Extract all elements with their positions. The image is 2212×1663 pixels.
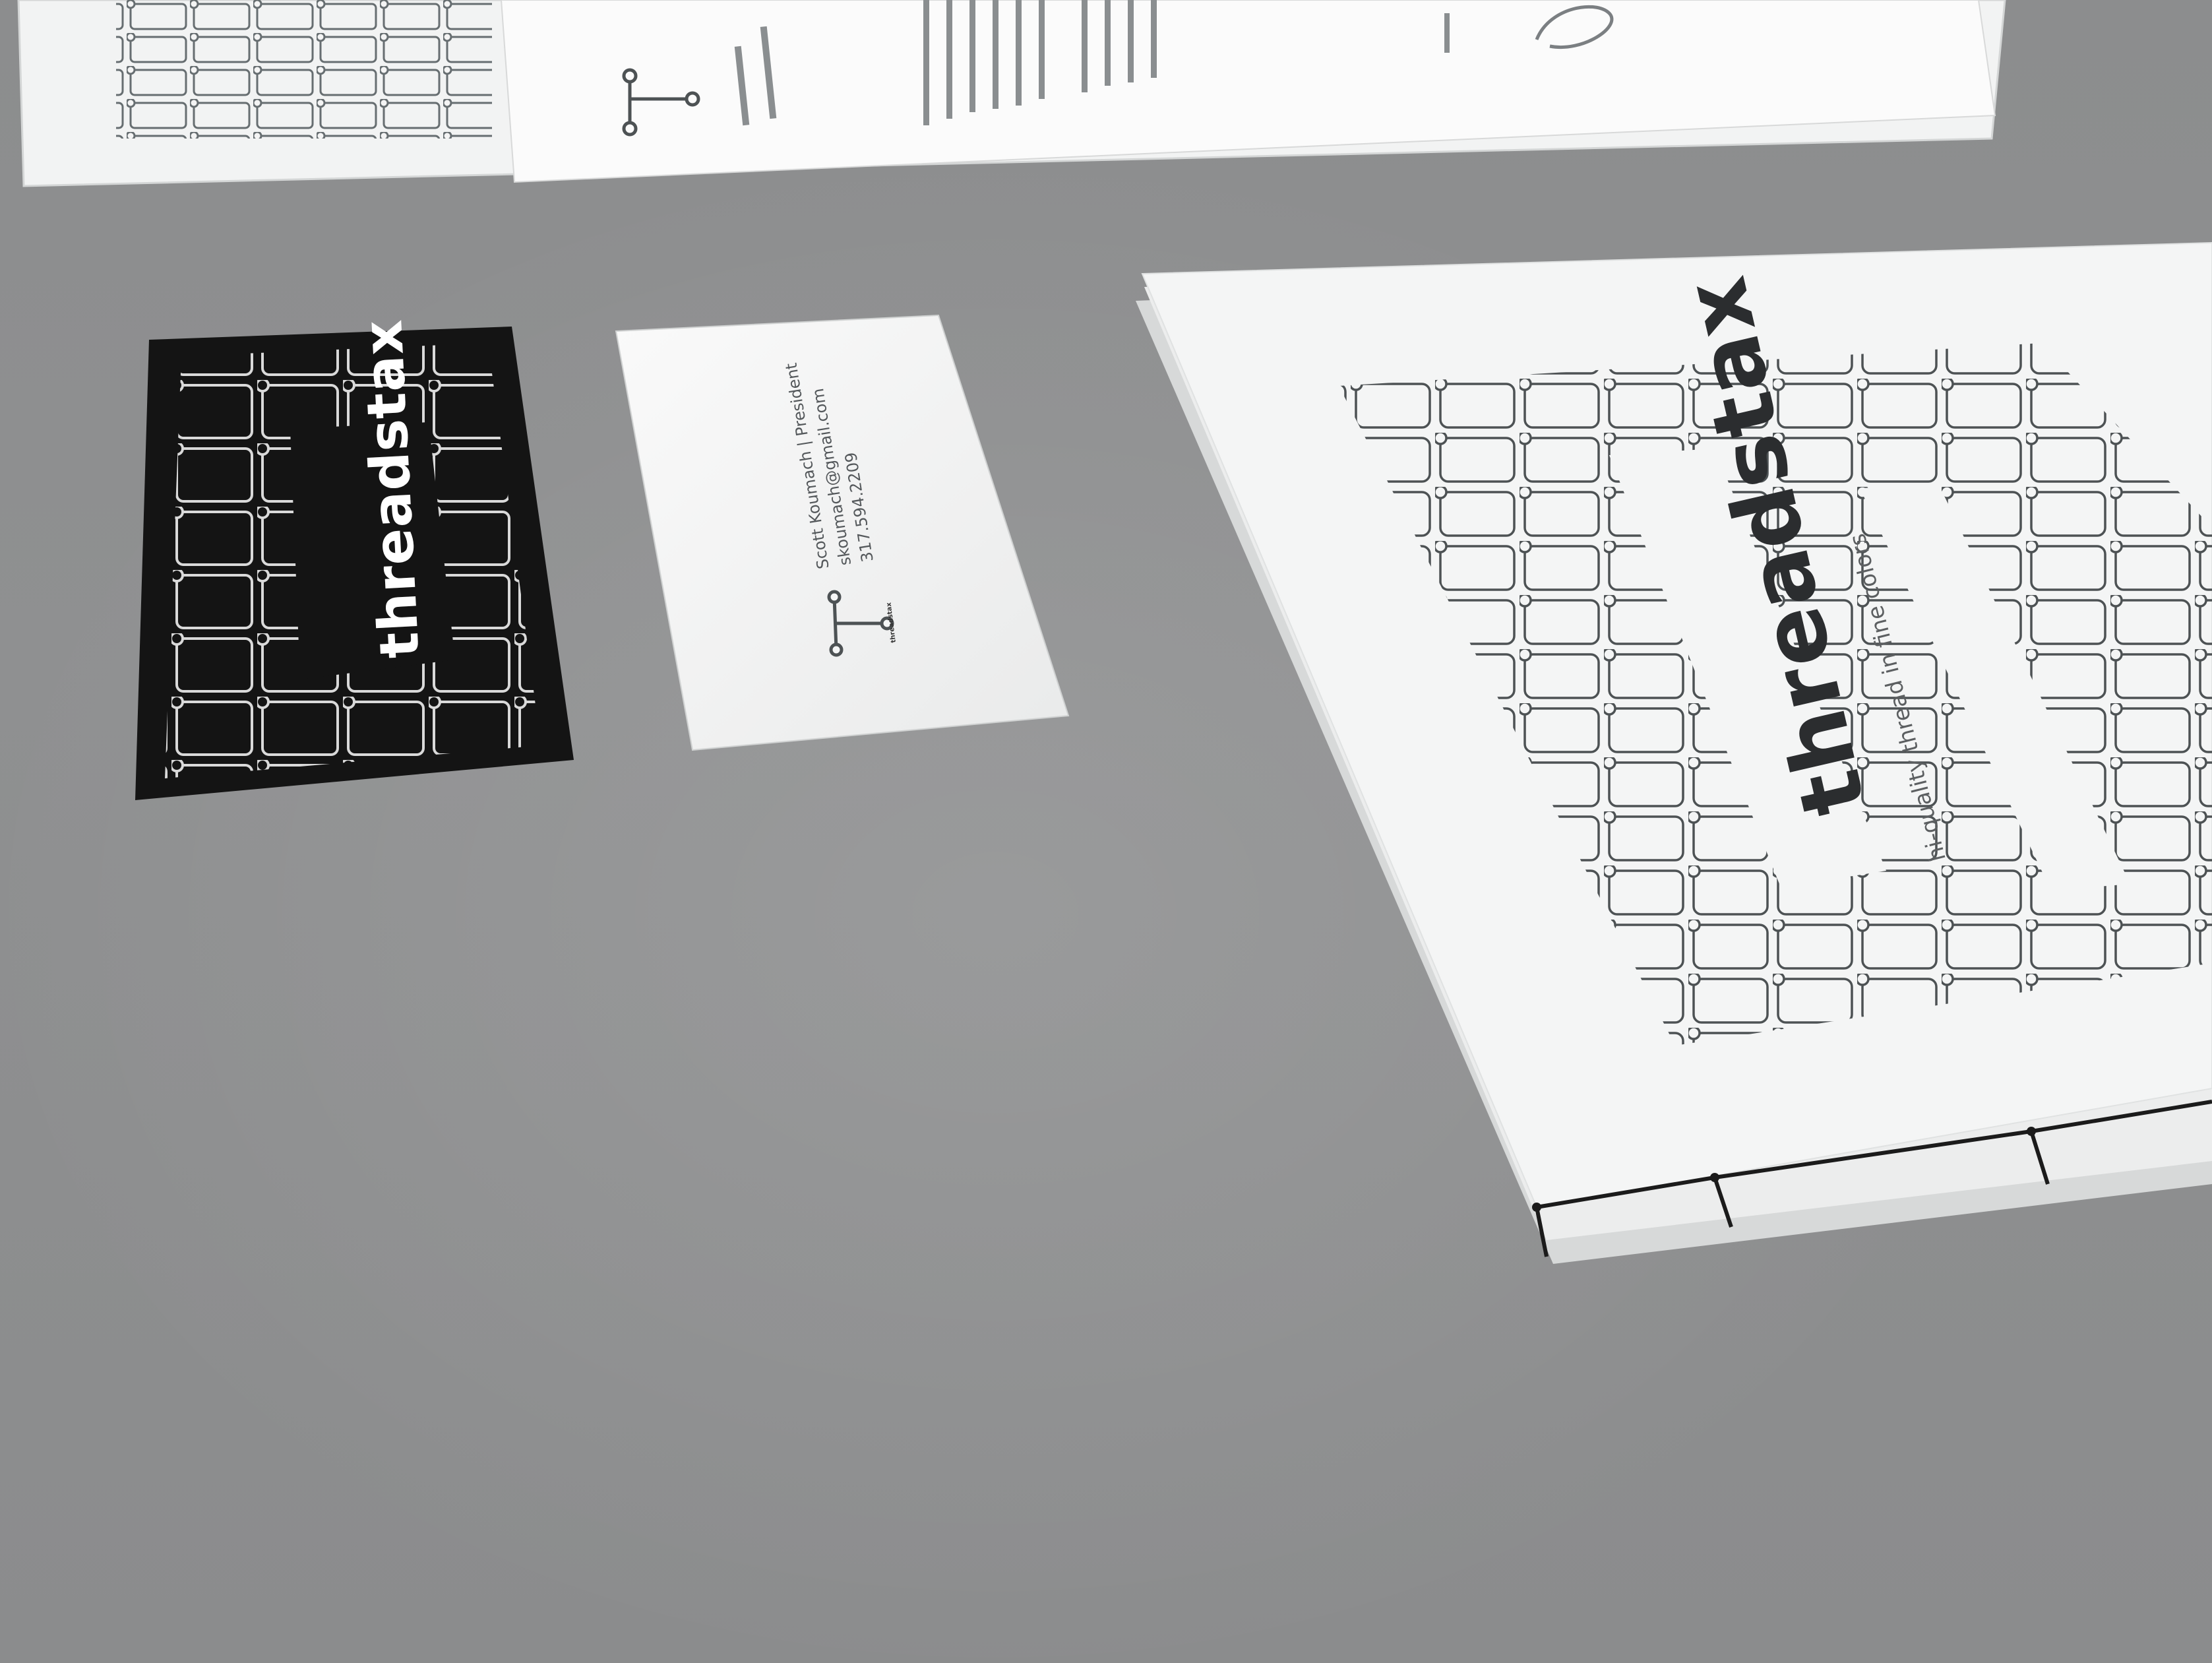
scene-graphics xyxy=(17,0,2212,1264)
dark-business-card xyxy=(135,327,574,800)
photo-scene: threadstax Scott Koumach | President sko… xyxy=(0,0,2212,1663)
booklet xyxy=(1136,241,2212,1264)
letterhead-sheets xyxy=(17,0,2006,187)
